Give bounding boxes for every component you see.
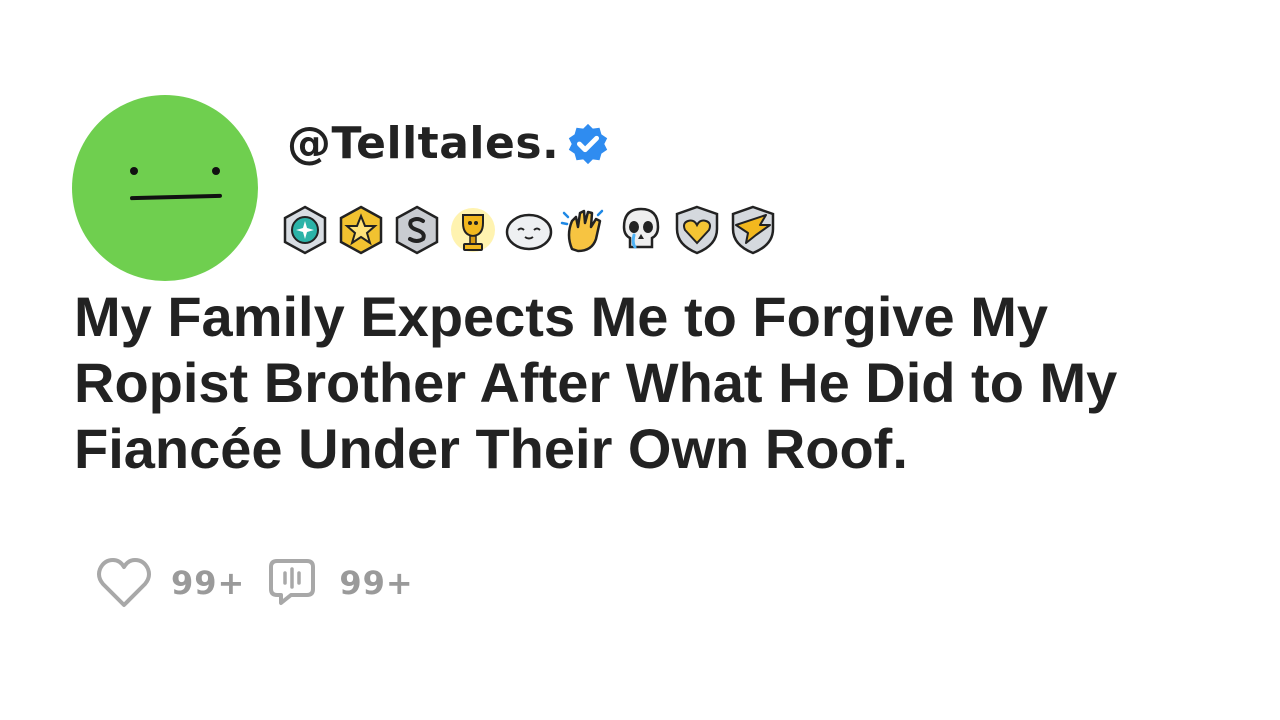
- silver-s-award-icon[interactable]: [390, 203, 444, 257]
- avatar-left-eye: [130, 167, 138, 175]
- author-row: @Telltales.: [287, 118, 611, 169]
- seal-award-icon[interactable]: [502, 203, 556, 257]
- comment-icon[interactable]: [263, 555, 321, 611]
- award-badges: [278, 203, 782, 257]
- avatar[interactable]: [72, 95, 258, 281]
- post-actions: 99+ 99+: [95, 555, 432, 611]
- clapping-hands-icon[interactable]: [558, 203, 612, 257]
- gold-trophy-award-icon[interactable]: [446, 203, 500, 257]
- author-handle[interactable]: @Telltales.: [287, 118, 559, 169]
- crying-skull-icon[interactable]: [614, 203, 668, 257]
- post-title: My Family Expects Me to Forgive My Ropis…: [74, 285, 1118, 480]
- avatar-mouth: [129, 193, 223, 201]
- heart-shield-award-icon[interactable]: [670, 203, 724, 257]
- like-count: 99+: [171, 564, 246, 602]
- avatar-right-eye: [212, 167, 220, 175]
- wing-shield-award-icon[interactable]: [726, 203, 780, 257]
- comment-count: 99+: [339, 564, 414, 602]
- diamond-gem-award-icon[interactable]: [278, 203, 332, 257]
- verified-badge-icon: [569, 123, 608, 164]
- heart-icon[interactable]: [95, 555, 153, 611]
- gold-star-award-icon[interactable]: [334, 203, 388, 257]
